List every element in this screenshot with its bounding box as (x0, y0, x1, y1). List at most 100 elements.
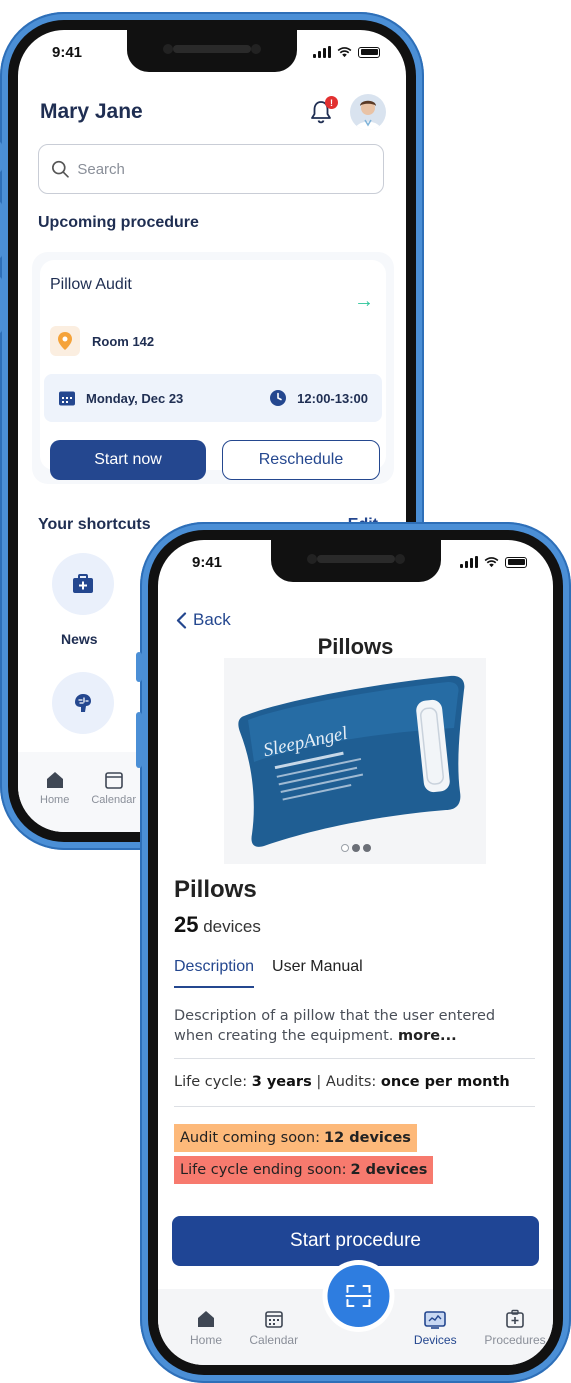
calendar-icon (264, 1311, 283, 1328)
procedure-date: Monday, Dec 23 (58, 389, 183, 407)
start-procedure-button[interactable]: Start procedure (172, 1216, 539, 1266)
calendar-icon (104, 772, 123, 789)
procedure-room: Room 142 (50, 326, 154, 356)
search-box[interactable] (38, 144, 384, 194)
divider (174, 1106, 535, 1107)
status-bar: 9:41 (158, 540, 553, 584)
tab-home[interactable]: Home (176, 1309, 236, 1365)
mute-switch (136, 652, 142, 682)
audits-label: Audits: (325, 1074, 377, 1090)
procedure-schedule: Monday, Dec 23 12:00-13:00 (44, 374, 382, 422)
description-text: Description of a pillow that the user en… (174, 1006, 535, 1046)
carousel-dot[interactable] (351, 844, 360, 852)
shortcut-news-label: News (61, 631, 98, 647)
page-title: Pillows (317, 634, 394, 659)
audit-alert-label: Audit coming soon: (180, 1130, 321, 1146)
arrow-right-icon[interactable]: → (354, 290, 374, 313)
lifecycle-alert-value: 2 devices (350, 1162, 428, 1178)
tab-home-label: Home (40, 794, 70, 806)
lifecycle-info: Life cycle: 3 years | Audits: once per m… (174, 1074, 510, 1090)
info-tabs: Description User Manual (174, 958, 363, 988)
tab-procedures-label: Procedures (484, 1333, 546, 1347)
scan-button[interactable] (326, 1265, 389, 1327)
notification-button[interactable]: ! (308, 96, 338, 125)
procedure-name: Pillow Audit (50, 276, 132, 293)
audits-value: once per month (380, 1074, 510, 1090)
upcoming-procedure-title: Upcoming procedure (38, 214, 199, 231)
product-name: Pillows (174, 876, 257, 903)
shortcut-news[interactable] (52, 553, 114, 615)
tab-home[interactable]: Home (40, 770, 69, 832)
wifi-icon (484, 556, 499, 567)
avatar[interactable] (350, 94, 386, 130)
date-label: Monday, Dec 23 (86, 390, 184, 406)
battery-icon (358, 46, 380, 58)
device-screen: 9:41 Back Pillows SleepAngel Pillows 25 … (158, 540, 553, 1365)
lifecycle-value: 3 years (251, 1074, 312, 1090)
calendar-icon (59, 391, 75, 406)
audit-alert-badge: Audit coming soon: 12 devices (174, 1124, 417, 1152)
tab-user-manual[interactable]: User Manual (272, 958, 363, 988)
audit-alert-value: 12 devices (324, 1130, 411, 1146)
brain-icon (75, 694, 91, 712)
start-now-button[interactable]: Start now (50, 440, 206, 480)
divider (174, 1058, 535, 1059)
search-icon (52, 160, 69, 178)
device-count: 25 devices (174, 912, 261, 938)
time-label: 12:00-13:00 (297, 390, 368, 406)
first-aid-kit-icon (73, 574, 93, 593)
product-image[interactable]: SleepAngel (224, 658, 486, 864)
procedure-time: 12:00-13:00 (269, 389, 368, 407)
reschedule-button[interactable]: Reschedule (222, 440, 380, 480)
lifecycle-alert-badge: Life cycle ending soon: 2 devices (174, 1156, 434, 1184)
carousel-dot[interactable] (362, 844, 371, 852)
volume-up-button (0, 202, 2, 258)
upcoming-procedure-card: Pillow Audit → Room 142 Monday, Dec 23 1… (32, 252, 394, 484)
home-icon (46, 772, 63, 788)
tab-calendar-label: Calendar (91, 794, 136, 806)
status-time: 9:41 (52, 43, 83, 61)
notification-badge: ! (325, 96, 338, 109)
tab-description[interactable]: Description (174, 958, 255, 988)
device-phone: 9:41 Back Pillows SleepAngel Pillows 25 … (136, 522, 571, 1383)
system-icons (313, 46, 380, 58)
more-link[interactable]: more... (398, 1028, 457, 1044)
carousel-dot[interactable] (340, 844, 349, 852)
tab-home-label: Home (189, 1333, 222, 1347)
chevron-left-icon (176, 611, 187, 629)
back-button[interactable]: Back (176, 610, 231, 630)
procedures-icon (506, 1309, 524, 1328)
home-header: Mary Jane ! (40, 94, 386, 130)
status-time: 9:41 (192, 553, 223, 571)
signal-icon (313, 46, 331, 58)
status-bar: 9:41 (18, 30, 406, 74)
procedure-actions: Start now Reschedule (50, 440, 380, 480)
device-count-unit: devices (203, 917, 261, 936)
wifi-icon (337, 46, 352, 57)
shortcut-brain[interactable] (52, 672, 114, 734)
mute-switch (0, 142, 2, 172)
tab-procedures[interactable]: Procedures (484, 1309, 546, 1365)
lifecycle-alert-label: Life cycle ending soon: (180, 1162, 347, 1178)
tab-devices-label: Devices (413, 1333, 457, 1347)
pillow-image: SleepAngel (238, 675, 465, 847)
volume-down-button (0, 277, 2, 333)
shortcuts-title: Your shortcuts (38, 516, 151, 533)
tab-calendar-label: Calendar (249, 1333, 299, 1347)
location-pin-icon (50, 326, 80, 356)
tab-calendar[interactable]: Calendar (244, 1309, 304, 1365)
back-label: Back (193, 610, 231, 629)
procedure-details[interactable]: Pillow Audit → Room 142 Monday, Dec 23 1… (40, 260, 386, 480)
stage: 9:41 Mary Jane ! Search Upcoming procedu… (0, 0, 571, 1383)
signal-icon (460, 556, 478, 568)
doctor-avatar-icon (355, 100, 381, 130)
clock-icon (270, 390, 287, 406)
room-label: Room 142 (92, 333, 155, 349)
volume-up-button (136, 712, 142, 768)
carousel-dots[interactable] (158, 844, 553, 852)
tab-devices[interactable]: Devices (405, 1309, 465, 1365)
devices-icon (424, 1311, 447, 1329)
device-count-value: 25 (174, 912, 199, 937)
search-input[interactable] (77, 160, 371, 178)
tab-calendar[interactable]: Calendar (91, 770, 136, 832)
